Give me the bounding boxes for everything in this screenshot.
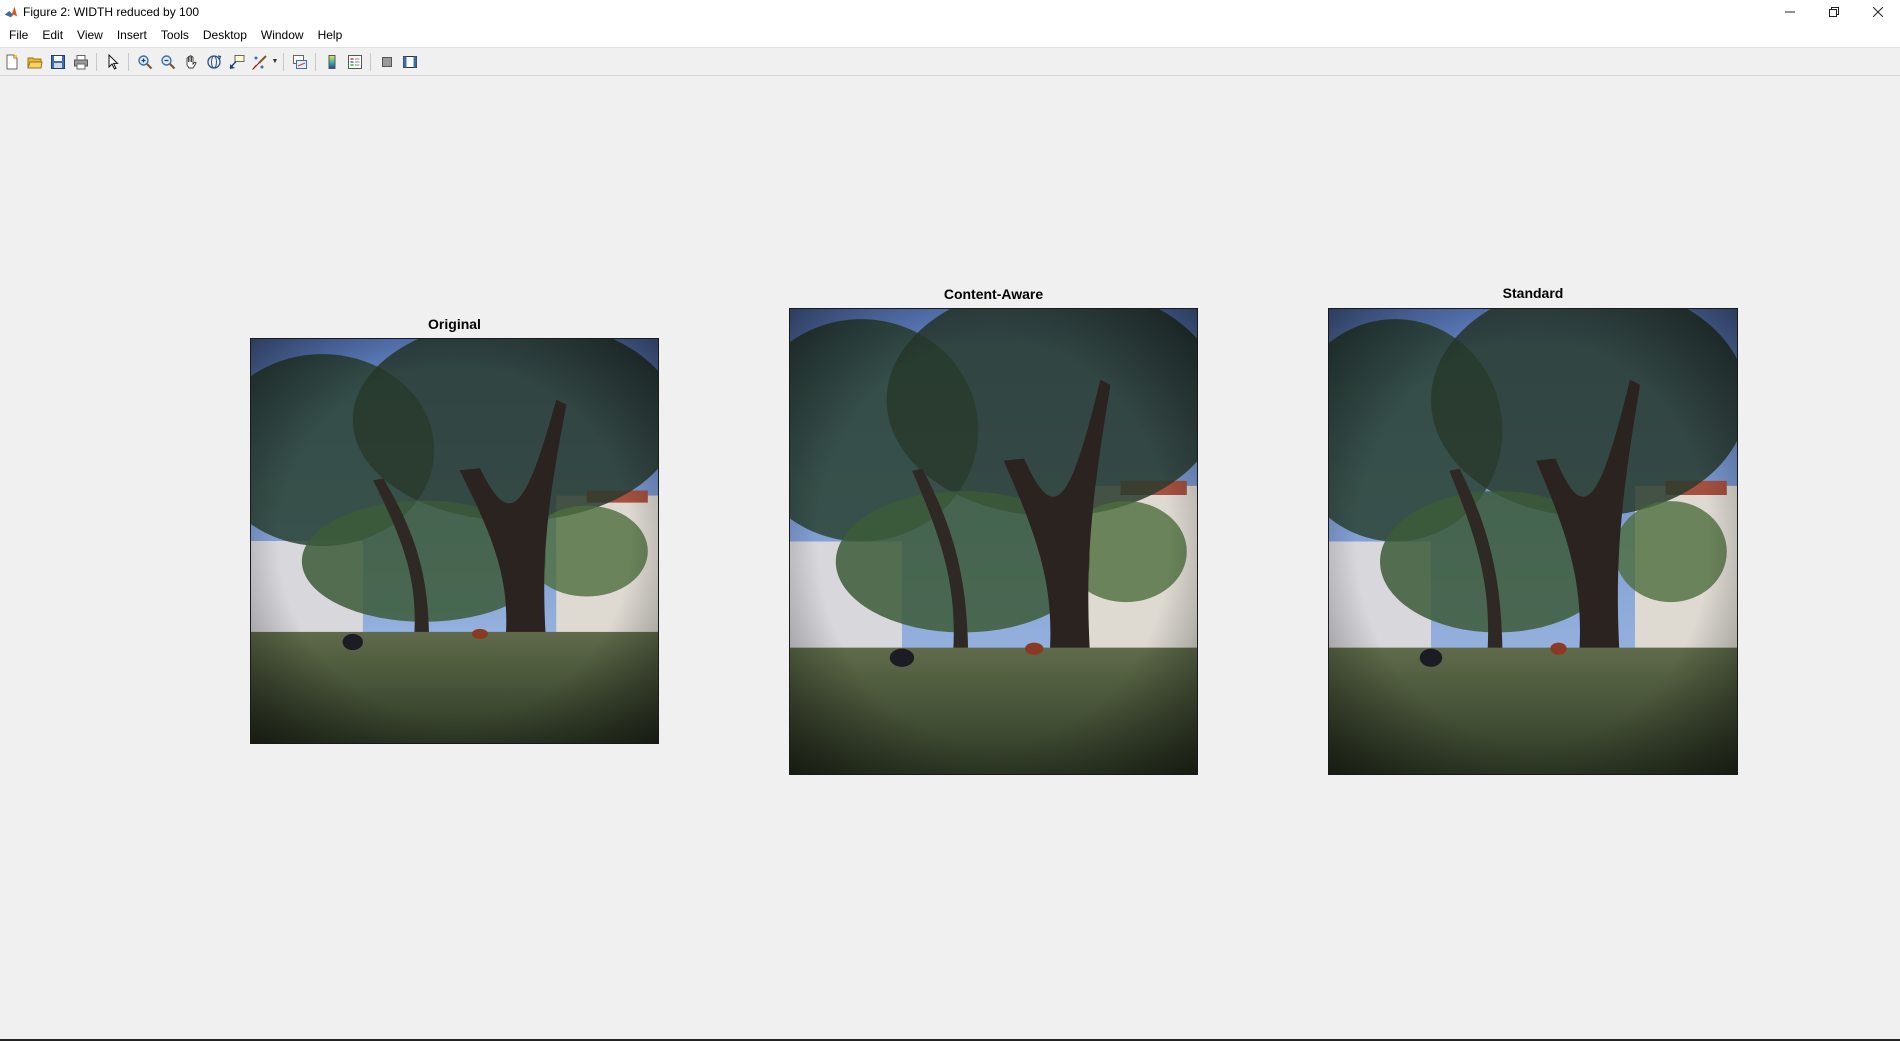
hide-plot-tools-icon — [382, 56, 392, 67]
zoom-in-icon — [138, 54, 153, 69]
insert-colorbar-button[interactable] — [321, 51, 343, 73]
hide-plot-tools-button[interactable] — [376, 51, 398, 73]
axes-content-aware[interactable]: Content-Aware — [789, 286, 1198, 775]
menu-bar: File Edit View Insert Tools Desktop Wind… — [0, 23, 1900, 48]
image-standard — [1328, 308, 1738, 775]
toolbar-separator — [370, 52, 371, 71]
toolbar-separator — [283, 52, 284, 71]
insert-legend-icon — [348, 54, 362, 69]
link-plot-button[interactable] — [289, 51, 311, 73]
menu-tools[interactable]: Tools — [154, 25, 196, 45]
print-button[interactable] — [70, 51, 92, 73]
brush-icon — [252, 54, 267, 70]
save-icon — [51, 54, 65, 69]
insert-colorbar-icon — [328, 54, 336, 69]
axes-title: Standard — [1502, 285, 1564, 301]
close-button[interactable] — [1856, 0, 1900, 23]
open-file-button[interactable] — [24, 51, 46, 73]
edit-plot-arrow-icon — [108, 53, 119, 70]
figure-toolbar: ▼ — [0, 48, 1900, 76]
image-original — [250, 338, 659, 744]
matlab-logo-icon — [4, 6, 18, 17]
menu-window[interactable]: Window — [254, 25, 311, 45]
toolbar-separator — [96, 52, 97, 71]
zoom-out-button[interactable] — [157, 51, 179, 73]
minimize-button[interactable] — [1768, 0, 1812, 23]
menu-edit[interactable]: Edit — [35, 25, 70, 45]
menu-insert[interactable]: Insert — [110, 25, 154, 45]
menu-view[interactable]: View — [70, 25, 110, 45]
axes-standard[interactable]: Standard — [1328, 285, 1738, 775]
zoom-in-button[interactable] — [134, 51, 156, 73]
menu-file[interactable]: File — [2, 25, 35, 45]
data-cursor-icon — [229, 54, 245, 69]
window-title: Figure 2: WIDTH reduced by 100 — [23, 4, 200, 19]
menu-desktop[interactable]: Desktop — [196, 25, 254, 45]
minimize-icon — [1785, 11, 1795, 12]
axes-title: Original — [428, 316, 481, 332]
new-figure-icon — [6, 54, 18, 69]
rotate-3d-button[interactable] — [203, 51, 225, 73]
close-icon — [1873, 6, 1883, 17]
figure-canvas[interactable]: Original Content-Aware Standard — [0, 76, 1900, 1039]
axes-title: Content-Aware — [943, 286, 1044, 302]
pan-button[interactable] — [180, 51, 202, 73]
print-icon — [74, 54, 88, 69]
brush-dropdown-arrow[interactable]: ▼ — [271, 58, 279, 65]
menu-help[interactable]: Help — [311, 25, 350, 45]
zoom-out-icon — [161, 54, 176, 69]
data-cursor-button[interactable] — [226, 51, 248, 73]
restore-button[interactable] — [1812, 0, 1856, 23]
toolbar-separator — [315, 52, 316, 71]
link-plot-icon — [293, 54, 307, 69]
restore-icon — [1829, 6, 1839, 17]
axes-original[interactable]: Original — [250, 316, 659, 744]
new-figure-button[interactable] — [1, 51, 23, 73]
show-plot-tools-icon — [403, 55, 417, 68]
rotate-3d-icon — [207, 54, 222, 69]
open-file-icon — [27, 57, 43, 68]
pan-hand-icon — [186, 54, 197, 68]
toolbar-separator — [128, 52, 129, 71]
save-button[interactable] — [47, 51, 69, 73]
show-plot-tools-button[interactable] — [399, 51, 421, 73]
insert-legend-button[interactable] — [344, 51, 366, 73]
brush-button[interactable] — [249, 51, 271, 73]
window-titlebar: Figure 2: WIDTH reduced by 100 — [0, 0, 1900, 23]
image-content-aware — [789, 308, 1198, 775]
edit-plot-button[interactable] — [102, 51, 124, 73]
